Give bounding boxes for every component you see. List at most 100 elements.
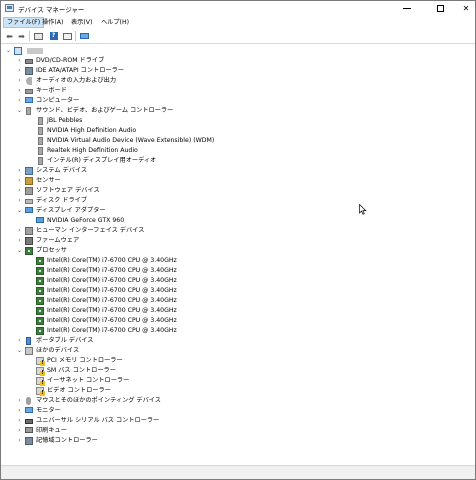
processor-icon	[36, 257, 44, 265]
chevron-right-icon[interactable]: ›	[16, 406, 23, 416]
chevron-right-icon[interactable]: ›	[16, 186, 23, 196]
tree-node-label: 印刷キュー	[36, 427, 67, 434]
computer-name-label	[27, 48, 43, 54]
tree-leaf-label: NVIDIA GeForce GTX 960	[47, 217, 125, 224]
processor-icon	[36, 297, 44, 305]
processor-icon	[25, 247, 33, 255]
tree-leaf-label: Intel(R) Core(TM) i7-6700 CPU @ 3.40GHz	[47, 257, 177, 264]
menu-bar: ファイル(F) 操作(A) 表示(V) ヘルプ(H)	[1, 16, 475, 29]
monitor-icon[interactable]	[79, 31, 90, 41]
update-driver-icon[interactable]	[62, 31, 73, 41]
chevron-right-icon[interactable]: ›	[16, 396, 23, 406]
tree-node-label: ソフトウェア デバイス	[36, 187, 100, 194]
chevron-right-icon[interactable]: ›	[16, 336, 23, 346]
display-adapter-icon	[36, 217, 44, 223]
tree-leaf-label: Intel(R) Core(TM) i7-6700 CPU @ 3.40GHz	[47, 287, 177, 294]
chevron-right-icon[interactable]: ›	[16, 66, 23, 76]
toolbar: ⬅ ➡ ?	[1, 29, 475, 44]
tree-leaf-label: Intel(R) Core(TM) i7-6700 CPU @ 3.40GHz	[47, 307, 177, 314]
tree-leaf-label: Realtek High Definition Audio	[47, 147, 138, 154]
disk-drive-icon	[25, 199, 33, 204]
menu-view[interactable]: 表示(V)	[68, 17, 95, 28]
back-arrow-icon[interactable]: ⬅	[4, 31, 15, 41]
tree-leaf-label: イーサネット コントローラー	[47, 377, 130, 384]
tree-leaf-label: ビデオ コントローラー	[47, 387, 111, 394]
menu-help[interactable]: ヘルプ(H)	[98, 17, 132, 28]
processor-icon	[36, 317, 44, 325]
tree-node-label: DVD/CD-ROM ドライブ	[36, 57, 105, 64]
chevron-down-icon[interactable]: ⌄	[5, 46, 12, 56]
chevron-down-icon[interactable]: ⌄	[16, 206, 23, 216]
tree-node-label: ディスク ドライブ	[36, 197, 88, 204]
speaker-icon	[38, 117, 43, 125]
chevron-right-icon[interactable]: ›	[16, 436, 23, 446]
chevron-down-icon[interactable]: ⌄	[16, 246, 23, 256]
portable-device-icon	[26, 337, 31, 345]
speaker-icon	[38, 147, 43, 155]
speaker-icon	[38, 127, 43, 135]
status-bar	[1, 465, 475, 479]
computer-icon	[25, 97, 33, 103]
tree-leaf-label: Intel(R) Core(TM) i7-6700 CPU @ 3.40GHz	[47, 317, 177, 324]
chevron-right-icon[interactable]: ›	[16, 96, 23, 106]
tree-node-label: プロセッサ	[36, 247, 67, 254]
chevron-right-icon[interactable]: ›	[16, 236, 23, 246]
sensor-icon	[25, 177, 33, 185]
tree-root[interactable]: ⌄	[1, 46, 475, 56]
hid-icon	[25, 227, 33, 235]
audio-io-icon	[26, 77, 32, 85]
chevron-right-icon[interactable]: ›	[16, 176, 23, 186]
properties-icon[interactable]	[33, 31, 44, 41]
menu-action[interactable]: 操作(A)	[39, 17, 66, 28]
system-device-icon	[25, 167, 33, 175]
device-manager-window: デバイス マネージャー ✕ ファイル(F) 操作(A) 表示(V) ヘルプ(H)…	[0, 0, 476, 480]
storage-controller-icon	[25, 437, 33, 445]
minimize-button[interactable]	[393, 1, 421, 16]
dvd-drive-icon	[25, 59, 33, 64]
processor-icon	[36, 307, 44, 315]
tree-node-label: 記憶域コントローラー	[36, 437, 98, 444]
tree-node-label: ポータブル デバイス	[36, 337, 94, 344]
tree-leaf-label: NVIDIA High Definition Audio	[47, 127, 137, 134]
tree-leaf-label: インテル(R) ディスプレイ用オーディオ	[47, 157, 157, 164]
speaker-icon	[38, 137, 43, 145]
tree-leaf-label: Intel(R) Core(TM) i7-6700 CPU @ 3.40GHz	[47, 267, 177, 274]
chevron-down-icon[interactable]: ⌄	[16, 106, 23, 116]
mouse-icon	[26, 397, 31, 405]
tree-node-label: ファームウェア	[36, 237, 80, 244]
maximize-button[interactable]	[426, 1, 454, 16]
toolbar-separator	[75, 31, 76, 41]
sound-controller-icon	[26, 107, 31, 115]
forward-arrow-icon[interactable]: ➡	[16, 31, 27, 41]
tree-node-label: センサー	[36, 177, 61, 184]
chevron-right-icon[interactable]: ›	[16, 166, 23, 176]
ide-controller-icon	[25, 67, 33, 75]
tree-node-label: ほかのデバイス	[36, 347, 80, 354]
tree-node-label: マウスとそのほかのポインティング デバイス	[36, 397, 161, 404]
chevron-right-icon[interactable]: ›	[16, 196, 23, 206]
tree-node-label: ヒューマン インターフェイス デバイス	[36, 227, 145, 234]
chevron-right-icon[interactable]: ›	[16, 76, 23, 86]
computer-icon	[14, 47, 22, 55]
chevron-right-icon[interactable]: ›	[16, 226, 23, 236]
speaker-icon	[38, 157, 43, 165]
device-tree[interactable]: ⌄ › DVD/CD-ROM ドライブ › IDE ATA/ATAPI コントロ…	[1, 45, 475, 465]
chevron-right-icon[interactable]: ›	[16, 416, 23, 426]
chevron-right-icon[interactable]: ›	[16, 56, 23, 66]
chevron-down-icon[interactable]: ⌄	[16, 346, 23, 356]
help-icon[interactable]: ?	[48, 31, 59, 41]
close-button[interactable]: ✕	[452, 1, 476, 16]
tree-node-label: ユニバーサル シリアル バス コントローラー	[36, 417, 160, 424]
usb-controller-icon	[25, 419, 33, 424]
tree-node-label: サウンド、ビデオ、およびゲーム コントローラー	[36, 107, 174, 114]
tree-leaf-label: Intel(R) Core(TM) i7-6700 CPU @ 3.40GHz	[47, 297, 177, 304]
processor-icon	[36, 327, 44, 335]
menu-file[interactable]: ファイル(F)	[3, 17, 45, 28]
title-bar: デバイス マネージャー ✕	[1, 1, 475, 16]
warning-device-icon	[36, 387, 45, 396]
tree-leaf-label: Intel(R) Core(TM) i7-6700 CPU @ 3.40GHz	[47, 277, 177, 284]
chevron-right-icon[interactable]: ›	[16, 426, 23, 436]
chevron-right-icon[interactable]: ›	[16, 86, 23, 96]
other-device-icon	[25, 347, 33, 355]
tree-leaf-label: PCI メモリ コントローラー	[47, 357, 123, 364]
